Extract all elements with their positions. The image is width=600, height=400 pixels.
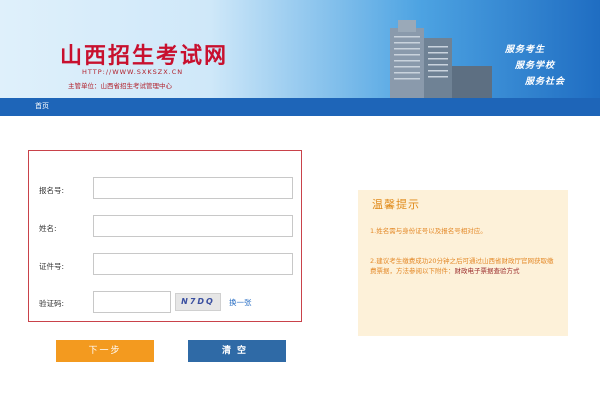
page: 山西招生考试网 HTTP://WWW.SXKSZX.CN 主管单位：山西省招生考… <box>0 0 600 400</box>
tips-panel: 温馨提示 1.姓名需与身份证号以及报名号相对应。 2.建议考生缴费成功20分钟之… <box>358 190 568 336</box>
next-step-button[interactable]: 下一步 <box>56 340 154 362</box>
reg-number-input[interactable] <box>93 177 293 199</box>
slogan-schools: 服务学校 <box>515 61 556 71</box>
query-form: 报名号: 姓名: 证件号: 验证码: N7DQ 换一张 <box>28 150 302 322</box>
captcha-label: 验证码: <box>39 299 65 308</box>
id-number-label: 证件号: <box>39 262 65 271</box>
site-url: HTTP://WWW.SXKSZX.CN <box>82 68 184 76</box>
slogan-society: 服务社会 <box>525 77 566 87</box>
nav-home-link[interactable]: 首页 <box>35 101 49 111</box>
captcha-input[interactable] <box>93 291 171 313</box>
tip-item-1: 1.姓名需与身份证号以及报名号相对应。 <box>370 227 487 235</box>
refresh-captcha-link[interactable]: 换一张 <box>229 297 252 308</box>
slogan-students: 服务考生 <box>505 45 546 55</box>
site-header: 山西招生考试网 HTTP://WWW.SXKSZX.CN 主管单位：山西省招生考… <box>0 0 600 98</box>
name-label: 姓名: <box>39 224 57 233</box>
name-input[interactable] <box>93 215 293 237</box>
sponsor-text: 主管单位：山西省招生考试管理中心 <box>68 82 172 90</box>
captcha-image: N7DQ <box>175 293 221 311</box>
tips-title: 温馨提示 <box>372 198 420 211</box>
reg-number-label: 报名号: <box>39 186 65 195</box>
site-title: 山西招生考试网 <box>60 43 229 69</box>
id-number-input[interactable] <box>93 253 293 275</box>
building-image <box>390 20 492 98</box>
tip-item-2: 2.建议考生缴费成功20分钟之后可通过山西省财政厅官网获取缴费票据，方法参阅以下… <box>370 256 558 276</box>
nav-bar: 首页 <box>0 98 600 116</box>
receipt-verify-link[interactable]: 财政电子票据查验方式 <box>455 267 520 275</box>
clear-button[interactable]: 清空 <box>188 340 286 362</box>
